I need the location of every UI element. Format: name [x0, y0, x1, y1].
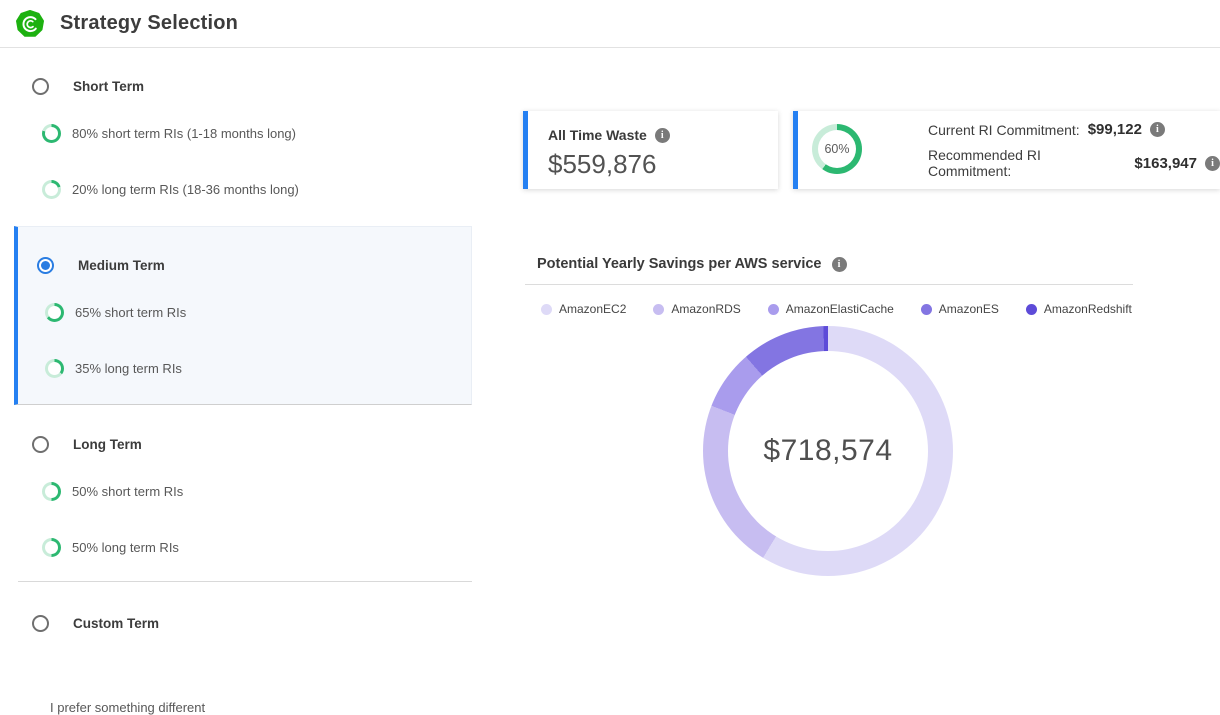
- page-title: Strategy Selection: [60, 12, 238, 35]
- medium-term-sub-1: 65% short term RIs: [45, 303, 186, 322]
- info-icon[interactable]: i: [655, 128, 670, 143]
- progress-ring-65: [45, 303, 64, 322]
- legend-label: AmazonEC2: [559, 302, 626, 316]
- current-ri-commitment-row: Current RI Commitment: $99,122 i: [928, 121, 1220, 138]
- recommended-ri-commitment-row: Recommended RI Commitment: $163,947 i: [928, 147, 1220, 179]
- all-time-waste-card: All Time Waste i $559,876: [523, 111, 778, 189]
- recommended-ri-value: $163,947: [1134, 155, 1197, 172]
- radio-short-term[interactable]: [32, 78, 49, 95]
- legend-dot: [1026, 304, 1037, 315]
- chart-title-row: Potential Yearly Savings per AWS service…: [537, 256, 847, 272]
- commitment-percent-label: 60%: [824, 142, 849, 156]
- legend-item-amazonrds[interactable]: AmazonRDS: [653, 302, 740, 316]
- legend-item-amazonec2[interactable]: AmazonEC2: [541, 302, 626, 316]
- legend-label: AmazonElastiCache: [786, 302, 894, 316]
- sub-option-label: 65% short term RIs: [75, 305, 186, 320]
- option-medium-term[interactable]: Medium Term: [37, 257, 165, 274]
- legend-item-amazones[interactable]: AmazonES: [921, 302, 999, 316]
- recommended-ri-label: Recommended RI Commitment:: [928, 147, 1126, 179]
- option-long-term[interactable]: Long Term: [32, 436, 142, 453]
- commitment-percent-donut: 60%: [812, 124, 862, 174]
- chart-divider: [525, 284, 1133, 285]
- waste-card-value: $559,876: [548, 149, 656, 180]
- legend-item-amazonelasticache[interactable]: AmazonElastiCache: [768, 302, 894, 316]
- sub-option-label: 50% short term RIs: [72, 484, 183, 499]
- option-custom-term[interactable]: Custom Term: [32, 615, 159, 632]
- strategy-selection-list: Short Term 80% short term RIs (1-18 mont…: [0, 48, 490, 691]
- chart-legend: AmazonEC2 AmazonRDS AmazonElastiCache Am…: [541, 302, 1132, 316]
- sub-option-label: 35% long term RIs: [75, 361, 182, 376]
- legend-dot: [541, 304, 552, 315]
- app-logo-icon: [16, 10, 44, 38]
- radio-custom-term[interactable]: [32, 615, 49, 632]
- legend-item-amazonredshift[interactable]: AmazonRedshift: [1026, 302, 1132, 316]
- legend-label: AmazonES: [939, 302, 999, 316]
- progress-ring-35: [45, 359, 64, 378]
- info-icon[interactable]: i: [1150, 122, 1165, 137]
- legend-label: AmazonRedshift: [1044, 302, 1132, 316]
- legend-dot: [653, 304, 664, 315]
- app-header: Strategy Selection: [0, 0, 1220, 48]
- progress-ring-80: [42, 124, 61, 143]
- option-label: Long Term: [73, 437, 142, 452]
- progress-ring-50b: [42, 538, 61, 557]
- sub-option-label: 80% short term RIs (1-18 months long): [72, 126, 296, 141]
- legend-dot: [921, 304, 932, 315]
- info-icon[interactable]: i: [1205, 156, 1220, 171]
- long-term-sub-1: 50% short term RIs: [42, 482, 183, 501]
- long-term-sub-2: 50% long term RIs: [42, 538, 179, 557]
- legend-label: AmazonRDS: [671, 302, 740, 316]
- savings-donut-chart[interactable]: $718,574: [703, 326, 953, 576]
- waste-card-label: All Time Waste: [548, 127, 647, 143]
- ri-commitment-card: 60% Current RI Commitment: $99,122 i Rec…: [793, 111, 1220, 189]
- current-ri-value: $99,122: [1088, 121, 1142, 138]
- short-term-sub-2: 20% long term RIs (18-36 months long): [42, 180, 299, 199]
- info-icon[interactable]: i: [832, 257, 847, 272]
- short-term-sub-1: 80% short term RIs (1-18 months long): [42, 124, 296, 143]
- sub-option-label: 50% long term RIs: [72, 540, 179, 555]
- option-label: Custom Term: [73, 616, 159, 631]
- option-short-term[interactable]: Short Term: [32, 78, 144, 95]
- progress-ring-50a: [42, 482, 61, 501]
- donut-center-total: $718,574: [763, 434, 892, 468]
- medium-term-sub-2: 35% long term RIs: [45, 359, 182, 378]
- chart-title: Potential Yearly Savings per AWS service: [537, 256, 822, 272]
- progress-ring-20: [42, 180, 61, 199]
- custom-term-description: I prefer something different: [50, 700, 205, 715]
- radio-medium-term[interactable]: [37, 257, 54, 274]
- option-label: Short Term: [73, 79, 144, 94]
- donut-hole: $718,574: [728, 351, 928, 551]
- section-divider: [18, 581, 472, 582]
- radio-long-term[interactable]: [32, 436, 49, 453]
- legend-dot: [768, 304, 779, 315]
- option-label: Medium Term: [78, 258, 165, 273]
- current-ri-label: Current RI Commitment:: [928, 122, 1080, 138]
- sub-option-label: 20% long term RIs (18-36 months long): [72, 182, 299, 197]
